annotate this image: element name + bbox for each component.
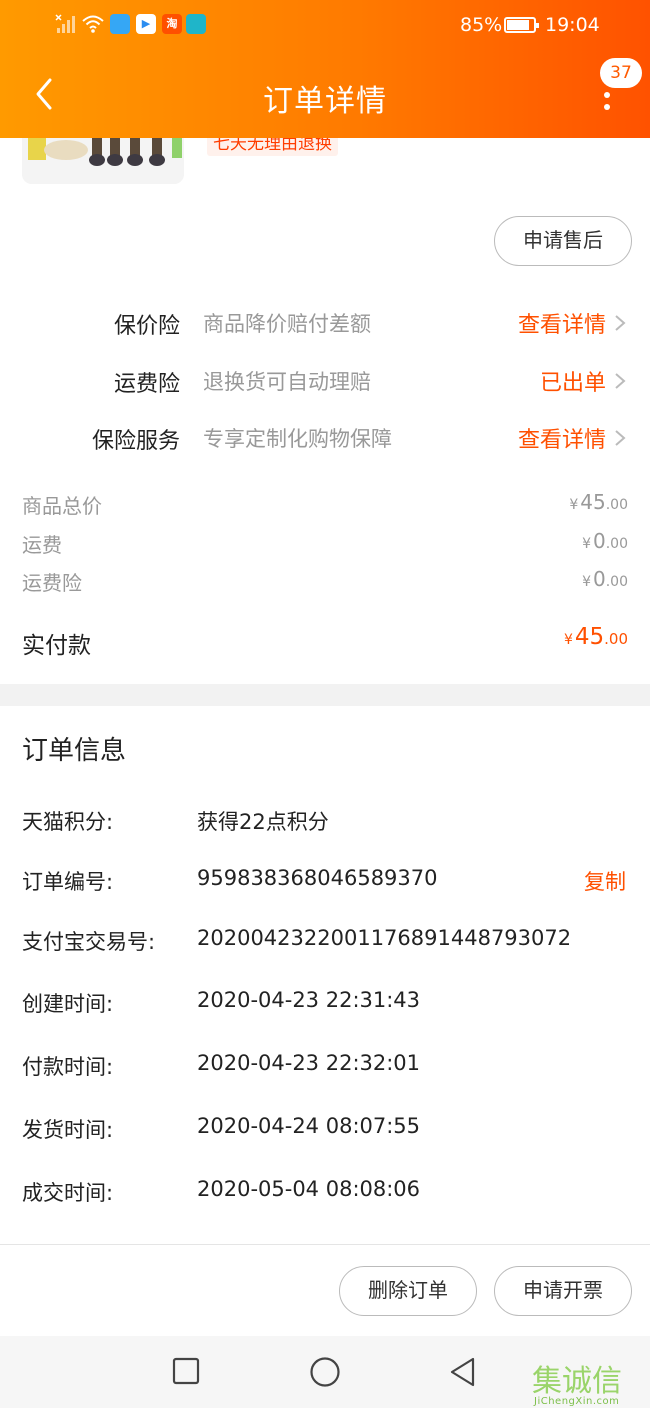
order-detail-screen: ▶ 淘 85% 19:04 订单详情 37 七天无理由退换 申请售后 保价险 商… [0,0,650,1408]
total-paid-label: 实付款 [22,633,91,659]
battery-percent: 85% [460,14,503,36]
order-info-value: 2020-04-23 22:32:01 [197,1051,421,1075]
currency-symbol: ¥ [582,536,591,552]
total-paid-value: ¥45.00 [564,624,628,650]
price-int: 0 [593,529,606,553]
book-app-icon [186,14,206,34]
order-info-row: 付款时间: 2020-04-23 22:32:01 [0,1051,650,1085]
status-bar: ▶ 淘 85% 19:04 [0,0,650,52]
currency-symbol: ¥ [582,574,591,590]
section-divider [0,684,650,706]
price-label: 运费 [22,533,62,557]
back-nav-icon[interactable] [448,1356,478,1388]
price-int: 0 [593,567,606,591]
home-icon[interactable] [309,1356,341,1388]
order-info-label: 付款时间: [22,1055,114,1079]
apply-after-sales-button[interactable]: 申请售后 [494,216,632,266]
order-info-row: 发货时间: 2020-04-24 08:07:55 [0,1114,650,1148]
app-header: ▶ 淘 85% 19:04 订单详情 37 [0,0,650,164]
clock: 19:04 [545,14,600,36]
insurance-desc: 商品降价赔付差额 [203,312,371,336]
order-info-row: 订单编号: 959838368046589370 复制 [0,866,650,900]
delete-order-button[interactable]: 删除订单 [339,1266,477,1316]
price-row: 商品总价 ¥45.00 [0,490,650,520]
order-info-value: 959838368046589370 [197,866,438,890]
price-row: 运费险 ¥0.00 [0,567,650,597]
chevron-right-icon [615,315,626,331]
taobao-app-icon: 淘 [162,14,182,34]
watermark-logo: 集诚信 JiChengXin.com [532,1356,650,1407]
order-info-row: 成交时间: 2020-05-04 08:08:06 [0,1177,650,1211]
order-info-label: 成交时间: [22,1181,114,1205]
price-int: 45 [580,490,606,514]
price-value: ¥0.00 [582,567,628,591]
signal-icon [55,14,75,33]
order-info-value: 获得22点积分 [197,810,329,834]
insurance-label: 运费险 [113,372,180,397]
insurance-action-link[interactable]: 查看详情 [518,422,606,454]
order-info-label: 订单编号: [22,870,114,894]
more-dot-icon [604,92,610,98]
insurance-label: 保险服务 [91,429,180,454]
currency-symbol: ¥ [563,632,573,648]
copy-order-number-button[interactable]: 复制 [584,866,626,896]
total-paid-row: 实付款 ¥45.00 [0,624,650,659]
insurance-row[interactable]: 保险服务 专享定制化购物保障 查看详情 [0,417,650,457]
battery-level [507,20,529,30]
chevron-right-icon [615,373,626,389]
insurance-label: 保价险 [113,314,180,339]
watermark-chars: 集诚信 [532,1364,622,1399]
request-invoice-button[interactable]: 申请开票 [494,1266,632,1316]
order-info-label: 天猫积分: [22,810,114,834]
bottom-action-bar: 删除订单 申请开票 [0,1244,650,1336]
total-dec: .00 [604,630,628,648]
total-int: 45 [574,624,605,650]
price-label: 运费险 [22,571,82,595]
order-info-value: 2020-04-23 22:31:43 [197,988,421,1012]
order-info-title: 订单信息 [22,736,127,766]
insurance-row[interactable]: 运费险 退换货可自动理赔 已出单 [0,360,650,400]
price-value: ¥0.00 [582,529,628,553]
insurance-desc: 专享定制化购物保障 [203,427,392,451]
insurance-action-link[interactable]: 已出单 [540,365,606,397]
order-info-row: 支付宝交易号: 2020042322001176891448793072 [0,926,650,960]
watermark-url: JiChengXin.com [534,1396,620,1407]
youku-app-icon: ▶ [136,14,156,34]
order-info-label: 支付宝交易号: [22,930,156,954]
recent-apps-icon[interactable] [172,1357,200,1385]
battery-icon [504,17,539,33]
insurance-desc: 退换货可自动理赔 [203,370,371,394]
order-info-value: 2020042322001176891448793072 [197,926,572,950]
order-info-label: 创建时间: [22,992,114,1016]
order-info-row: 创建时间: 2020-04-23 22:31:43 [0,988,650,1022]
more-dot-icon [604,104,610,110]
price-dec: .00 [605,497,628,513]
order-info-label: 发货时间: [22,1118,114,1142]
chevron-right-icon [615,430,626,446]
wifi-icon [82,15,104,33]
price-row: 运费 ¥0.00 [0,529,650,559]
more-dot [604,158,610,164]
price-dec: .00 [605,536,628,552]
price-value: ¥45.00 [569,490,628,514]
order-info-row: 天猫积分: 获得22点积分 [0,806,650,840]
insurance-row[interactable]: 保价险 商品降价赔付差额 查看详情 [0,302,650,342]
currency-symbol: ¥ [569,497,579,513]
message-count-badge[interactable]: 37 [600,58,642,88]
bulb-app-icon [110,14,130,34]
price-label: 商品总价 [22,494,102,518]
price-dec: .00 [605,574,628,590]
order-info-value: 2020-04-24 08:07:55 [197,1114,421,1138]
order-info-value: 2020-05-04 08:08:06 [197,1177,421,1201]
page-title: 订单详情 [263,84,387,119]
insurance-action-link[interactable]: 查看详情 [518,307,606,339]
